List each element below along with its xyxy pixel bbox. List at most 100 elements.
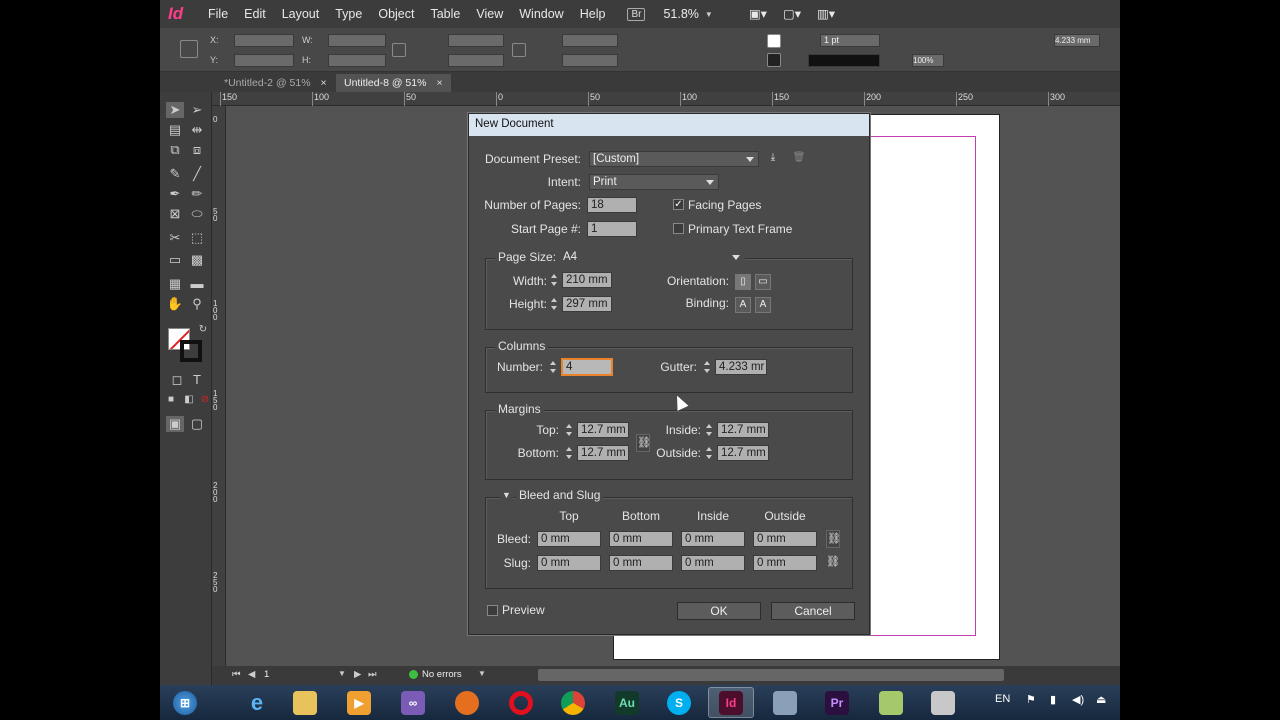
line-tool-icon[interactable]: ╱ (188, 166, 206, 182)
menu-layout[interactable]: Layout (274, 0, 328, 28)
left-to-right-binding-icon[interactable]: A (735, 297, 751, 313)
content-placer-icon[interactable]: ⧈ (188, 142, 206, 158)
start-page-field[interactable]: 1 (587, 221, 637, 237)
right-to-left-binding-icon[interactable]: A (755, 297, 771, 313)
formatting-container-icon[interactable]: ◻ (168, 372, 186, 388)
portrait-orientation-icon[interactable]: ▯ (735, 274, 751, 290)
bleed-top-field[interactable]: 0 mm (537, 531, 601, 547)
horizontal-scrollbar[interactable] (538, 669, 1004, 681)
prev-page-icon[interactable]: ◀ (248, 669, 255, 680)
taskbar-premiere[interactable]: Pr (814, 687, 860, 718)
bridge-button[interactable]: Br (627, 7, 646, 21)
menu-edit[interactable]: Edit (236, 0, 274, 28)
taskbar-firefox[interactable] (444, 687, 490, 718)
h-field[interactable] (328, 54, 386, 67)
bleed-inside-field[interactable]: 0 mm (681, 531, 745, 547)
gradient-tool-icon[interactable]: ▭ (166, 252, 184, 268)
top-margin-field[interactable]: 12.7 mm (577, 422, 629, 438)
spacing-field[interactable]: 4.233 mm (1054, 34, 1100, 47)
preflight-status[interactable]: No errors (422, 669, 462, 680)
height-field[interactable]: 297 mm (562, 296, 612, 312)
view-options-icon[interactable]: ▢▾ (775, 0, 809, 28)
inside-margin-field[interactable]: 12.7 mm (717, 422, 769, 438)
scale-x-field[interactable] (448, 34, 504, 47)
link-bleed-icon[interactable]: ⛓ (826, 530, 841, 548)
first-page-icon[interactable]: ⏮ (232, 669, 241, 680)
network-icon[interactable]: ▮ (1050, 693, 1056, 706)
ok-button[interactable]: OK (677, 602, 761, 620)
flag-icon[interactable]: ⚑ (1026, 693, 1036, 706)
primary-text-frame-checkbox[interactable] (673, 223, 684, 234)
menu-view[interactable]: View (468, 0, 511, 28)
preview-checkbox[interactable] (487, 605, 498, 616)
gap-tool-icon[interactable]: ⇹ (188, 122, 206, 138)
collapse-triangle-icon[interactable]: ▼ (500, 490, 513, 500)
screen-mode-icon[interactable]: ▣▾ (741, 0, 775, 28)
shear-field[interactable] (562, 54, 618, 67)
arrange-documents-icon[interactable]: ▥▾ (809, 0, 843, 28)
ellipse-tool-icon[interactable]: ⬭ (188, 206, 206, 222)
close-icon[interactable]: × (436, 77, 442, 89)
menu-file[interactable]: File (200, 0, 236, 28)
page-number[interactable]: 1 (264, 669, 269, 680)
zoom-dropdown-icon[interactable]: ▼ (705, 10, 713, 19)
zoom-tool-icon[interactable]: ⚲ (188, 296, 206, 312)
taskbar-media-player[interactable]: ▶ (336, 687, 382, 718)
taskbar-audition[interactable]: Au (604, 687, 650, 718)
facing-pages-checkbox[interactable]: ✓ (673, 199, 684, 210)
apply-color-icon[interactable]: ■ (162, 392, 180, 408)
free-transform-tool-icon[interactable]: ⬚ (188, 230, 206, 246)
taskbar-indesign[interactable]: Id (708, 687, 754, 718)
taskbar-file-explorer[interactable] (282, 687, 328, 718)
taskbar-visual-studio[interactable]: ∞ (390, 687, 436, 718)
width-field[interactable]: 210 mm (562, 272, 612, 288)
taskbar-utility[interactable] (920, 687, 966, 718)
normal-view-icon[interactable]: ▣ (166, 416, 184, 432)
intent-select[interactable]: Print (589, 174, 719, 190)
stroke-color-icon[interactable] (180, 340, 202, 362)
page-tool-icon[interactable]: ▤ (166, 122, 184, 138)
pen-tool-icon[interactable]: ✒ (166, 186, 184, 202)
document-preset-select[interactable]: [Custom] (589, 151, 759, 167)
reference-point-icon[interactable] (180, 40, 198, 58)
slug-bottom-field[interactable]: 0 mm (609, 555, 673, 571)
gutter-stepper[interactable] (703, 359, 712, 375)
type-tool-icon[interactable]: ✎ (166, 166, 184, 182)
opacity-field[interactable]: 100% (912, 54, 944, 67)
menu-type[interactable]: Type (327, 0, 370, 28)
link-scale-icon[interactable] (512, 43, 526, 57)
column-number-stepper[interactable] (549, 359, 558, 375)
slug-outside-field[interactable]: 0 mm (753, 555, 817, 571)
direct-selection-tool-icon[interactable]: ➢ (188, 102, 206, 118)
outside-margin-field[interactable]: 12.7 mm (717, 445, 769, 461)
stroke-swatch-icon[interactable] (767, 53, 781, 67)
menu-window[interactable]: Window (511, 0, 571, 28)
height-stepper[interactable] (550, 296, 559, 312)
page-dropdown-icon[interactable]: ▼ (338, 669, 346, 678)
slug-top-field[interactable]: 0 mm (537, 555, 601, 571)
cancel-button[interactable]: Cancel (771, 602, 855, 620)
language-indicator[interactable]: EN (995, 693, 1010, 705)
tab-untitled-2[interactable]: *Untitled-2 @ 51% × (216, 74, 335, 92)
scissors-tool-icon[interactable]: ✂ (166, 230, 184, 246)
stroke-type-field[interactable] (808, 54, 880, 67)
taskbar-chrome[interactable] (550, 687, 596, 718)
hand-tool-icon[interactable]: ✋ (166, 296, 184, 312)
bottom-margin-stepper[interactable] (565, 445, 574, 461)
start-button[interactable]: ⊞ (162, 687, 208, 718)
taskbar-opera[interactable] (498, 687, 544, 718)
measure-tool-icon[interactable]: ▬ (188, 276, 206, 292)
note-tool-icon[interactable]: ▦ (166, 276, 184, 292)
constrain-proportions-icon[interactable] (392, 43, 406, 57)
swap-colors-icon[interactable]: ↻ (194, 322, 212, 338)
slug-inside-field[interactable]: 0 mm (681, 555, 745, 571)
preview-mode-icon[interactable]: ▢ (188, 416, 206, 432)
x-field[interactable] (234, 34, 294, 47)
stroke-weight-field[interactable]: 1 pt (820, 34, 880, 47)
taskbar-map-app[interactable] (868, 687, 914, 718)
inside-margin-stepper[interactable] (705, 422, 714, 438)
save-preset-icon[interactable]: ⤓ (765, 151, 781, 167)
rotation-field[interactable] (562, 34, 618, 47)
taskbar-tools[interactable] (762, 687, 808, 718)
eject-icon[interactable]: ⏏ (1096, 693, 1106, 706)
